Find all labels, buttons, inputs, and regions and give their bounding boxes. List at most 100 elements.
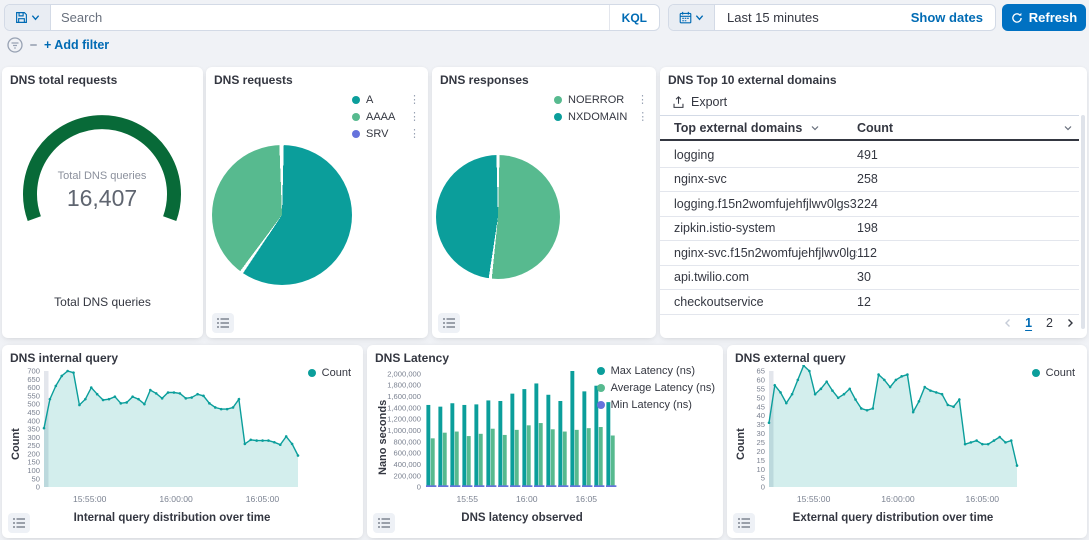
filter-options-icon[interactable] xyxy=(7,37,23,53)
external-query-area-chart[interactable]: 0510152025303540455055606515:55:0016:00:… xyxy=(739,365,1039,511)
list-icon xyxy=(443,318,455,328)
svg-text:25: 25 xyxy=(757,438,765,447)
svg-text:55: 55 xyxy=(757,384,765,393)
legend-menu-icon[interactable]: ⋮ xyxy=(399,96,420,104)
panel-title: DNS external query xyxy=(735,351,846,365)
legend-toggle-button[interactable] xyxy=(212,313,234,333)
legend-label: AAAA xyxy=(366,111,395,123)
export-icon xyxy=(672,96,685,109)
time-picker-calendar-button[interactable] xyxy=(669,5,715,30)
page-number-button[interactable]: 1 xyxy=(1023,316,1034,330)
svg-text:100: 100 xyxy=(27,466,40,475)
refresh-button[interactable]: Refresh xyxy=(1002,4,1086,31)
export-button[interactable]: Export xyxy=(672,95,727,109)
legend-label: Min Latency (ns) xyxy=(611,399,692,411)
svg-text:250: 250 xyxy=(27,441,40,450)
column-header-domains[interactable]: Top external domains xyxy=(660,121,857,135)
calendar-icon xyxy=(679,11,692,24)
svg-text:400: 400 xyxy=(27,416,40,425)
svg-text:350: 350 xyxy=(27,425,40,434)
column-header-label: Count xyxy=(857,121,893,135)
table-header: Top external domains Count xyxy=(660,115,1079,141)
table-scrollbar[interactable] xyxy=(1081,115,1085,329)
legend-menu-icon[interactable]: ⋮ xyxy=(399,113,420,121)
legend-item[interactable]: A ⋮ xyxy=(352,94,420,106)
legend-item[interactable]: NXDOMAIN ⋮ xyxy=(554,111,648,123)
legend-item[interactable]: SRV ⋮ xyxy=(352,128,420,140)
legend-dot xyxy=(597,384,605,392)
panel-title: DNS Latency xyxy=(375,351,449,365)
cell-domain: nginx-svc.f15n2womfujehfjlwv0lgs3no... xyxy=(660,246,857,260)
time-picker: Last 15 minutes Show dates xyxy=(668,4,996,31)
svg-text:50: 50 xyxy=(757,393,765,402)
svg-text:800,000: 800,000 xyxy=(394,437,421,446)
latency-bar-chart[interactable]: 0200,000400,000600,000800,0001,000,0001,… xyxy=(373,365,623,511)
legend-menu-icon[interactable]: ⋮ xyxy=(627,113,648,121)
previous-page-icon[interactable] xyxy=(1003,318,1013,328)
svg-text:35: 35 xyxy=(757,420,765,429)
saved-query-menu-button[interactable] xyxy=(5,5,51,30)
table-row: api.twilio.com30 xyxy=(660,266,1079,291)
svg-text:10: 10 xyxy=(757,465,765,474)
legend-item[interactable]: Min Latency (ns) xyxy=(597,399,715,411)
list-icon xyxy=(217,318,229,328)
cell-domain: checkoutservice xyxy=(660,295,857,309)
legend-dot xyxy=(554,96,562,104)
svg-text:5: 5 xyxy=(761,474,765,483)
svg-text:450: 450 xyxy=(27,408,40,417)
legend: Count xyxy=(1032,367,1075,379)
svg-text:16:05: 16:05 xyxy=(576,494,598,504)
kql-button[interactable]: KQL xyxy=(609,5,659,30)
legend-item[interactable]: NOERROR ⋮ xyxy=(554,94,648,106)
panel-title: DNS Top 10 external domains xyxy=(668,73,837,87)
legend-toggle-button[interactable] xyxy=(733,513,755,533)
legend-menu-icon[interactable]: ⋮ xyxy=(627,96,648,104)
svg-text:1,800,000: 1,800,000 xyxy=(387,381,421,390)
time-range-value[interactable]: Last 15 minutes xyxy=(715,5,899,30)
search-bar: KQL xyxy=(4,4,660,31)
show-dates-button[interactable]: Show dates xyxy=(899,5,995,30)
panel-dns-top-domains: DNS Top 10 external domains Export Top e… xyxy=(660,67,1087,338)
table-row: logging.f15n2womfujehfjlwv0lgs3nog....22… xyxy=(660,192,1079,217)
legend-dot xyxy=(554,113,562,121)
legend-toggle-button[interactable] xyxy=(438,313,460,333)
legend-item[interactable]: Count xyxy=(1032,367,1075,379)
page-number-button[interactable]: 2 xyxy=(1044,316,1055,330)
legend-toggle-button[interactable] xyxy=(8,513,30,533)
column-header-count[interactable]: Count xyxy=(857,121,1079,135)
legend-item[interactable]: AAAA ⋮ xyxy=(352,111,420,123)
add-filter-button[interactable]: + Add filter xyxy=(44,38,109,52)
pagination: 12 xyxy=(1003,316,1075,330)
dns-requests-pie-chart[interactable] xyxy=(212,145,352,285)
list-icon xyxy=(378,518,390,528)
legend-label: Max Latency (ns) xyxy=(611,365,695,377)
legend-item[interactable]: Count xyxy=(308,367,351,379)
legend-item[interactable]: Max Latency (ns) xyxy=(597,365,715,377)
svg-text:30: 30 xyxy=(757,429,765,438)
cell-domain: api.twilio.com xyxy=(660,270,857,284)
legend-item[interactable]: Average Latency (ns) xyxy=(597,382,715,394)
legend-menu-icon[interactable]: ⋮ xyxy=(399,130,420,138)
svg-text:20: 20 xyxy=(757,447,765,456)
dns-responses-pie-chart[interactable] xyxy=(436,155,560,279)
legend-label: NOERROR xyxy=(568,94,624,106)
internal-query-area-chart[interactable]: 0501001502002503003504004505005506006507… xyxy=(8,365,308,511)
cell-count: 12 xyxy=(857,295,1079,309)
svg-text:1,600,000: 1,600,000 xyxy=(387,392,421,401)
search-input[interactable] xyxy=(51,5,609,30)
cell-count: 258 xyxy=(857,172,1079,186)
next-page-icon[interactable] xyxy=(1065,318,1075,328)
cell-count: 30 xyxy=(857,270,1079,284)
svg-text:200,000: 200,000 xyxy=(394,471,421,480)
svg-text:45: 45 xyxy=(757,402,765,411)
svg-text:15:55:00: 15:55:00 xyxy=(797,494,831,504)
gauge-value: 16,407 xyxy=(67,185,137,211)
svg-text:1,400,000: 1,400,000 xyxy=(387,403,421,412)
svg-text:300: 300 xyxy=(27,433,40,442)
total-queries-gauge: Total DNS queries 16,407 xyxy=(5,89,200,249)
gauge-label: Total DNS queries xyxy=(58,170,147,182)
legend-toggle-button[interactable] xyxy=(373,513,395,533)
svg-text:50: 50 xyxy=(32,474,40,483)
legend-dot xyxy=(597,401,605,409)
table-row: nginx-svc258 xyxy=(660,168,1079,193)
